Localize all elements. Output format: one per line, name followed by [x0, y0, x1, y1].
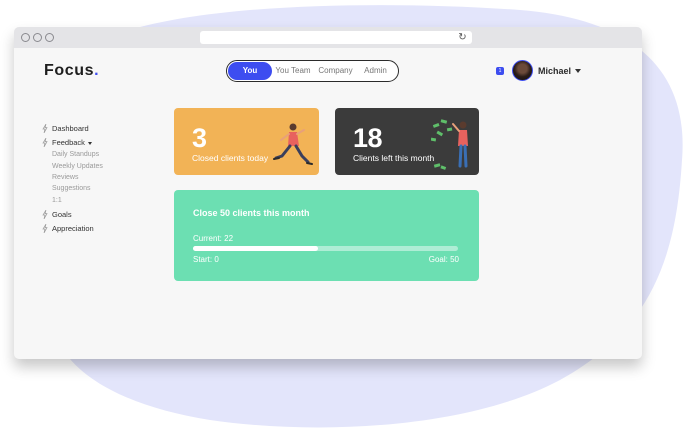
- app-logo[interactable]: Focus.: [44, 62, 99, 80]
- chevron-down-icon: [87, 141, 92, 145]
- scope-switcher: You You Team Company Admin: [226, 60, 399, 82]
- bolt-icon: [42, 124, 48, 133]
- feedback-label: Feedback: [52, 138, 85, 147]
- tab-you-team[interactable]: You Team: [272, 62, 314, 80]
- bolt-icon: [42, 224, 48, 233]
- sidebar-item-label: Feedback: [52, 138, 92, 147]
- goal-start: Start: 0: [193, 255, 219, 264]
- sidebar-subitem-reviews[interactable]: Reviews: [52, 174, 78, 181]
- avatar[interactable]: [512, 60, 533, 81]
- stat-caption: Closed clients today: [192, 153, 269, 163]
- chevron-down-icon[interactable]: [575, 69, 581, 73]
- tab-admin[interactable]: Admin: [357, 62, 394, 80]
- stat-value: 18: [353, 123, 383, 153]
- goal-title: Close 50 clients this month: [193, 208, 310, 218]
- address-bar[interactable]: ↻: [200, 31, 472, 44]
- window-minimize-dot[interactable]: [33, 33, 42, 42]
- sidebar-subitem-one-on-one[interactable]: 1:1: [52, 197, 62, 204]
- browser-toolbar: ↻: [14, 27, 642, 48]
- bolt-icon: [42, 138, 48, 147]
- tab-you[interactable]: You: [228, 62, 272, 80]
- running-person-illustration: [273, 123, 313, 165]
- browser-window: ↻ Focus. You You Team Company Admin 1 Mi…: [14, 27, 642, 359]
- stat-caption: Clients left this month: [353, 153, 435, 163]
- stat-value: 3: [192, 123, 207, 153]
- tab-company[interactable]: Company: [314, 62, 357, 80]
- notification-badge[interactable]: 1: [496, 67, 504, 75]
- goal-progress-bar: [193, 246, 458, 251]
- goal-progress-fill: [193, 246, 318, 251]
- user-name[interactable]: Michael: [538, 66, 571, 76]
- sidebar-item-label: Dashboard: [52, 124, 89, 133]
- window-maximize-dot[interactable]: [45, 33, 54, 42]
- stat-card-clients-left[interactable]: 18 Clients left this month: [335, 108, 479, 175]
- reload-icon[interactable]: ↻: [457, 32, 468, 43]
- sidebar-subitem-suggestions[interactable]: Suggestions: [52, 185, 91, 192]
- money-person-illustration: [431, 119, 468, 170]
- logo-dot: .: [94, 62, 100, 79]
- logo-text: Focus: [44, 62, 95, 79]
- goal-current: Current: 22: [193, 234, 234, 243]
- goal-target: Goal: 50: [428, 255, 459, 264]
- sidebar-item-label: Goals: [52, 210, 72, 219]
- stat-card-closed-today[interactable]: 3 Closed clients today: [174, 108, 319, 175]
- sidebar-item-label: Appreciation: [52, 224, 94, 233]
- monthly-goal-card[interactable]: Close 50 clients this month Current: 22 …: [174, 190, 479, 281]
- sidebar-subitem-daily-standups[interactable]: Daily Standups: [52, 151, 99, 158]
- sidebar-subitem-weekly-updates[interactable]: Weekly Updates: [52, 163, 103, 170]
- window-close-dot[interactable]: [21, 33, 30, 42]
- bolt-icon: [42, 210, 48, 219]
